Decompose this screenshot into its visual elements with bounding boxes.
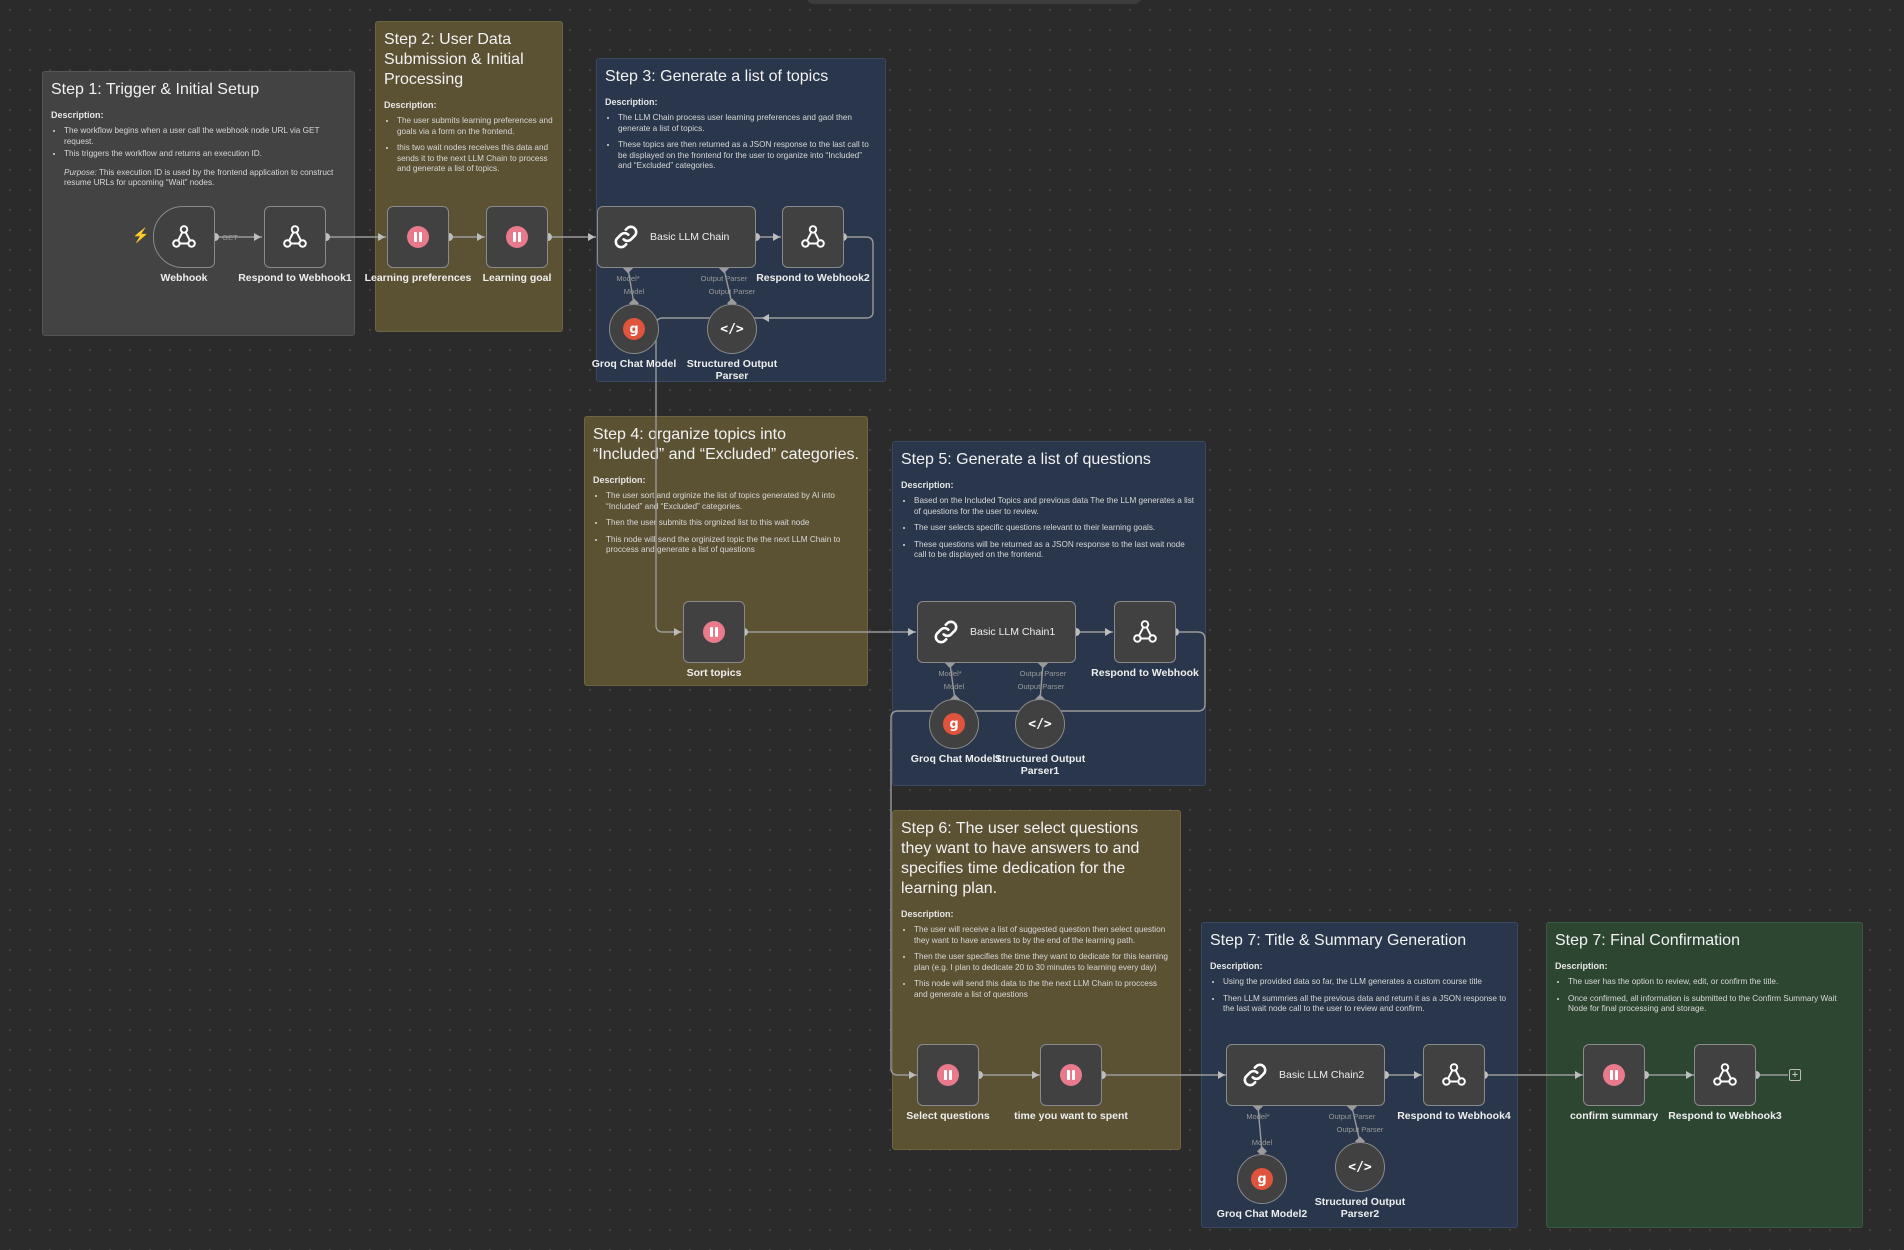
- respond-to-webhook-label: Respond to Webhook: [1091, 667, 1199, 679]
- pause-icon: [407, 226, 429, 248]
- groq-chat-model2-node[interactable]: g: [1237, 1154, 1287, 1204]
- model-connection-label: Model: [1251, 1138, 1273, 1147]
- confirm-summary-label: confirm summary: [1569, 1110, 1659, 1122]
- respond-to-webhook3-node[interactable]: [1694, 1044, 1756, 1106]
- confirm-summary-node[interactable]: [1583, 1044, 1645, 1106]
- groq-chat-model1-node[interactable]: g: [929, 699, 979, 749]
- webhook-icon: [282, 224, 308, 250]
- pause-icon: [703, 621, 725, 643]
- basic-llm-chain-label: Basic LLM Chain: [650, 231, 730, 243]
- learning-preferences-node[interactable]: [387, 206, 449, 268]
- link-icon: [1241, 1061, 1269, 1089]
- basic-llm-chain1-label: Basic LLM Chain1: [970, 626, 1056, 638]
- respond-to-webhook3-label: Respond to Webhook3: [1668, 1110, 1782, 1122]
- structured-output-parser-label: Structured Output Parser: [686, 358, 778, 382]
- link-icon: [932, 618, 960, 646]
- webhook-icon: [800, 224, 826, 250]
- respond-to-webhook2-node[interactable]: [782, 206, 844, 268]
- basic-llm-chain2-label: Basic LLM Chain2: [1279, 1069, 1365, 1081]
- output-parser-connection-label: Output Parser: [1017, 682, 1065, 691]
- output-parser-port-label: Output Parser: [1019, 669, 1067, 678]
- time-you-want-to-spent-node[interactable]: [1040, 1044, 1102, 1106]
- learning-goal-label: Learning goal: [482, 272, 552, 284]
- pause-icon: [1060, 1064, 1082, 1086]
- groq-icon: g: [623, 318, 645, 340]
- model-connection-label: Model: [623, 287, 645, 296]
- webhook-icon: [1132, 619, 1158, 645]
- learning-goal-node[interactable]: [486, 206, 548, 268]
- model-connection-label: Model: [943, 682, 965, 691]
- respond-to-webhook2-label: Respond to Webhook2: [756, 272, 870, 284]
- pause-icon: [506, 226, 528, 248]
- groq-chat-model-node[interactable]: g: [609, 304, 659, 354]
- pause-icon: [1603, 1064, 1625, 1086]
- sort-topics-node[interactable]: [683, 601, 745, 663]
- basic-llm-chain2-node[interactable]: Basic LLM Chain2: [1226, 1044, 1385, 1106]
- learning-preferences-label: Learning preferences: [364, 272, 472, 284]
- basic-llm-chain-node[interactable]: Basic LLM Chain: [597, 206, 756, 268]
- respond-to-webhook4-label: Respond to Webhook4: [1397, 1110, 1511, 1122]
- connection-respond2-sort-topics: [655, 236, 874, 633]
- respond-to-webhook4-node[interactable]: [1423, 1044, 1485, 1106]
- link-icon: [612, 223, 640, 251]
- webhook-icon: [1712, 1062, 1738, 1088]
- model-port-label: Model*: [1246, 1112, 1270, 1121]
- respond-to-webhook-node[interactable]: [1114, 601, 1176, 663]
- output-parser-connection-label: Output Parser: [708, 287, 756, 296]
- basic-llm-chain1-node[interactable]: Basic LLM Chain1: [917, 601, 1076, 663]
- sort-topics-label: Sort topics: [686, 667, 742, 679]
- groq-icon: g: [943, 713, 965, 735]
- webhook-icon: [1441, 1062, 1467, 1088]
- output-parser-connection-label: Output Parser: [1336, 1125, 1384, 1134]
- structured-output-parser1-node[interactable]: </>: [1015, 699, 1065, 749]
- groq-chat-model2-label: Groq Chat Model2: [1216, 1208, 1308, 1220]
- code-icon: </>: [1348, 1159, 1372, 1175]
- select-questions-label: Select questions: [906, 1110, 990, 1122]
- groq-icon: g: [1251, 1168, 1273, 1190]
- webhook-node-label: Webhook: [160, 272, 208, 284]
- connection-respond-select-questions: [890, 631, 1206, 1076]
- structured-output-parser-node[interactable]: </>: [707, 304, 757, 354]
- structured-output-parser1-label: Structured Output Parser1: [994, 753, 1086, 777]
- sub-ports: [623, 263, 1365, 1157]
- groq-chat-model-label: Groq Chat Model: [591, 358, 677, 370]
- respond-to-webhook1-node[interactable]: [264, 206, 326, 268]
- output-parser-port-label: Output Parser: [1328, 1112, 1376, 1121]
- output-parser-port-label: Output Parser: [700, 274, 748, 283]
- model-port-label: Model*: [938, 669, 962, 678]
- structured-output-parser2-node[interactable]: </>: [1335, 1142, 1385, 1192]
- select-questions-node[interactable]: [917, 1044, 979, 1106]
- pause-icon: [937, 1064, 959, 1086]
- add-node-plus-icon[interactable]: +: [1789, 1069, 1801, 1081]
- structured-output-parser2-label: Structured Output Parser2: [1314, 1196, 1406, 1220]
- webhook-node[interactable]: [153, 206, 215, 268]
- time-you-want-to-spent-label: time you want to spent: [1014, 1110, 1128, 1122]
- code-icon: </>: [1028, 716, 1052, 732]
- respond-to-webhook1-label: Respond to Webhook1: [238, 272, 352, 284]
- lightning-icon: ⚡: [132, 227, 150, 243]
- model-port-label: Model*: [616, 274, 640, 283]
- code-icon: </>: [720, 321, 744, 337]
- webhook-icon: [171, 224, 197, 250]
- get-method-label: GET: [222, 233, 238, 242]
